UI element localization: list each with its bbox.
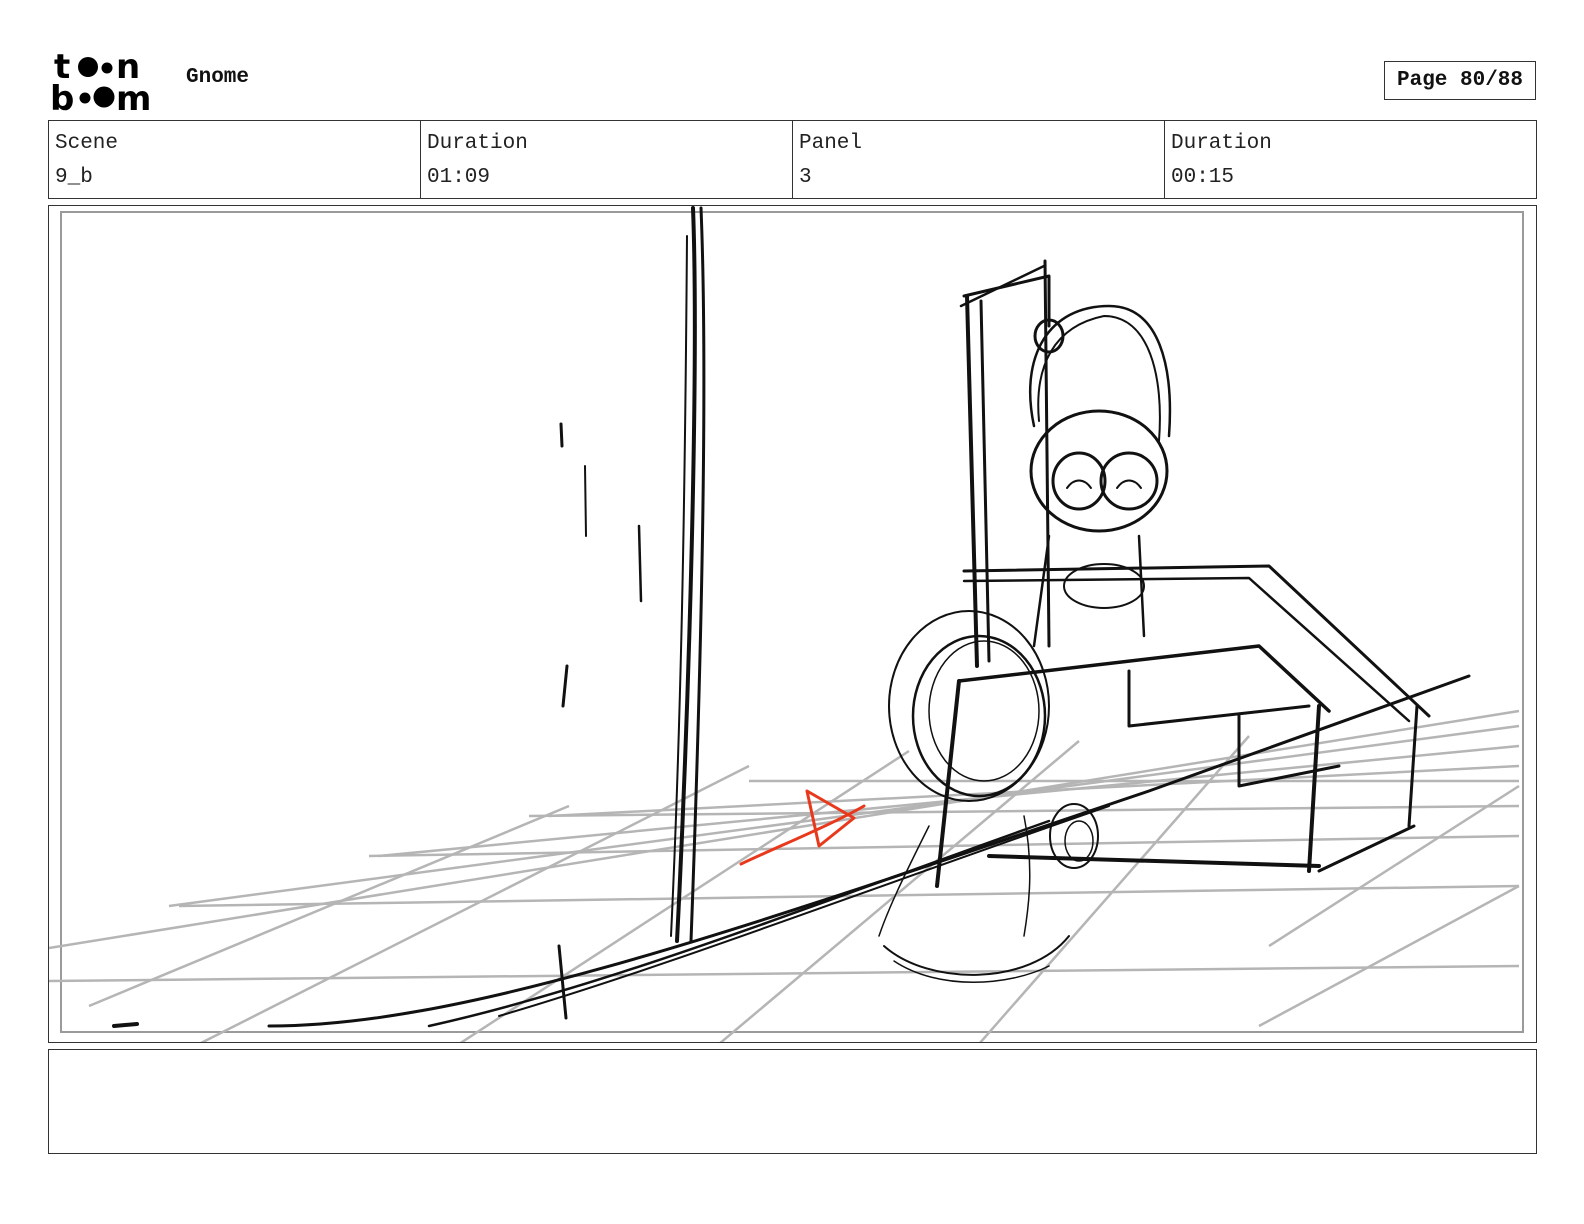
wall-tick — [584, 465, 587, 537]
panel-duration-label: Duration — [1171, 132, 1272, 155]
logo-letter-b: b — [50, 79, 74, 114]
scene-duration-label: Duration — [427, 132, 528, 155]
gnome-eye-left — [1066, 479, 1092, 489]
baseline-stroke — [427, 819, 1051, 1028]
wheel — [911, 634, 1047, 798]
panel-duration-cell: Duration 00:15 — [1165, 121, 1536, 198]
scene-label: Scene — [55, 132, 119, 155]
baseline-tick — [557, 944, 568, 1020]
gnome-head — [1029, 409, 1169, 533]
logo-dot-big-2 — [93, 86, 115, 108]
panel-cell: Panel 3 — [793, 121, 1165, 198]
post-top — [959, 264, 1046, 308]
grid-line — [178, 884, 1520, 908]
gnome-sketch — [878, 259, 1431, 983]
panel-value: 3 — [799, 166, 812, 189]
toon-boom-logo: t n b m — [50, 47, 166, 119]
desk-bottom — [987, 854, 1321, 868]
gnome-eye-right — [1116, 479, 1142, 489]
wall-edge-line — [670, 235, 688, 937]
wall-tick — [637, 524, 643, 603]
small-gear — [1064, 820, 1094, 862]
desk-step — [957, 644, 1331, 713]
desk-bottom — [1317, 824, 1416, 873]
gnome-body — [1032, 534, 1051, 648]
toon-boom-logo-mark: t n b m — [50, 47, 151, 119]
logo-dot-small — [101, 62, 113, 74]
logo-dot-small-2 — [79, 92, 91, 104]
baseline-tick — [112, 1022, 139, 1028]
logo-dot-big — [78, 57, 98, 77]
grid-line — [49, 964, 1520, 983]
panel-duration-value: 00:15 — [1171, 166, 1235, 189]
scene-duration-cell: Duration 01:09 — [421, 121, 793, 198]
panel-notes — [48, 1049, 1537, 1154]
scene-duration-value: 01:09 — [427, 166, 491, 189]
storyboard-panel — [48, 205, 1537, 1043]
grid-line — [528, 804, 1520, 818]
baseline-stroke — [498, 805, 1110, 1017]
grid-line — [719, 740, 1080, 1042]
desk-top — [962, 576, 1411, 723]
scene-value: 9_b — [55, 166, 93, 189]
panel-label: Panel — [799, 132, 863, 155]
wall-tick — [561, 664, 569, 708]
wall-tick — [559, 422, 564, 448]
panel-sketch — [49, 206, 1524, 1042]
desk-step — [1127, 669, 1311, 728]
gnome-hat — [1029, 304, 1172, 438]
project-title: Gnome — [186, 66, 250, 89]
gnome-hat — [1037, 315, 1161, 442]
grid-line — [1258, 884, 1520, 1028]
page-number: Page 80/88 — [1384, 61, 1536, 100]
post-line — [979, 299, 991, 663]
wheel — [928, 640, 1040, 782]
scene-cell: Scene 9_b — [49, 121, 421, 198]
floor-grid — [49, 709, 1520, 1042]
panel-info-row: Scene 9_b Duration 01:09 Panel 3 Duratio… — [48, 120, 1537, 199]
logo-letter-m: m — [116, 79, 151, 114]
